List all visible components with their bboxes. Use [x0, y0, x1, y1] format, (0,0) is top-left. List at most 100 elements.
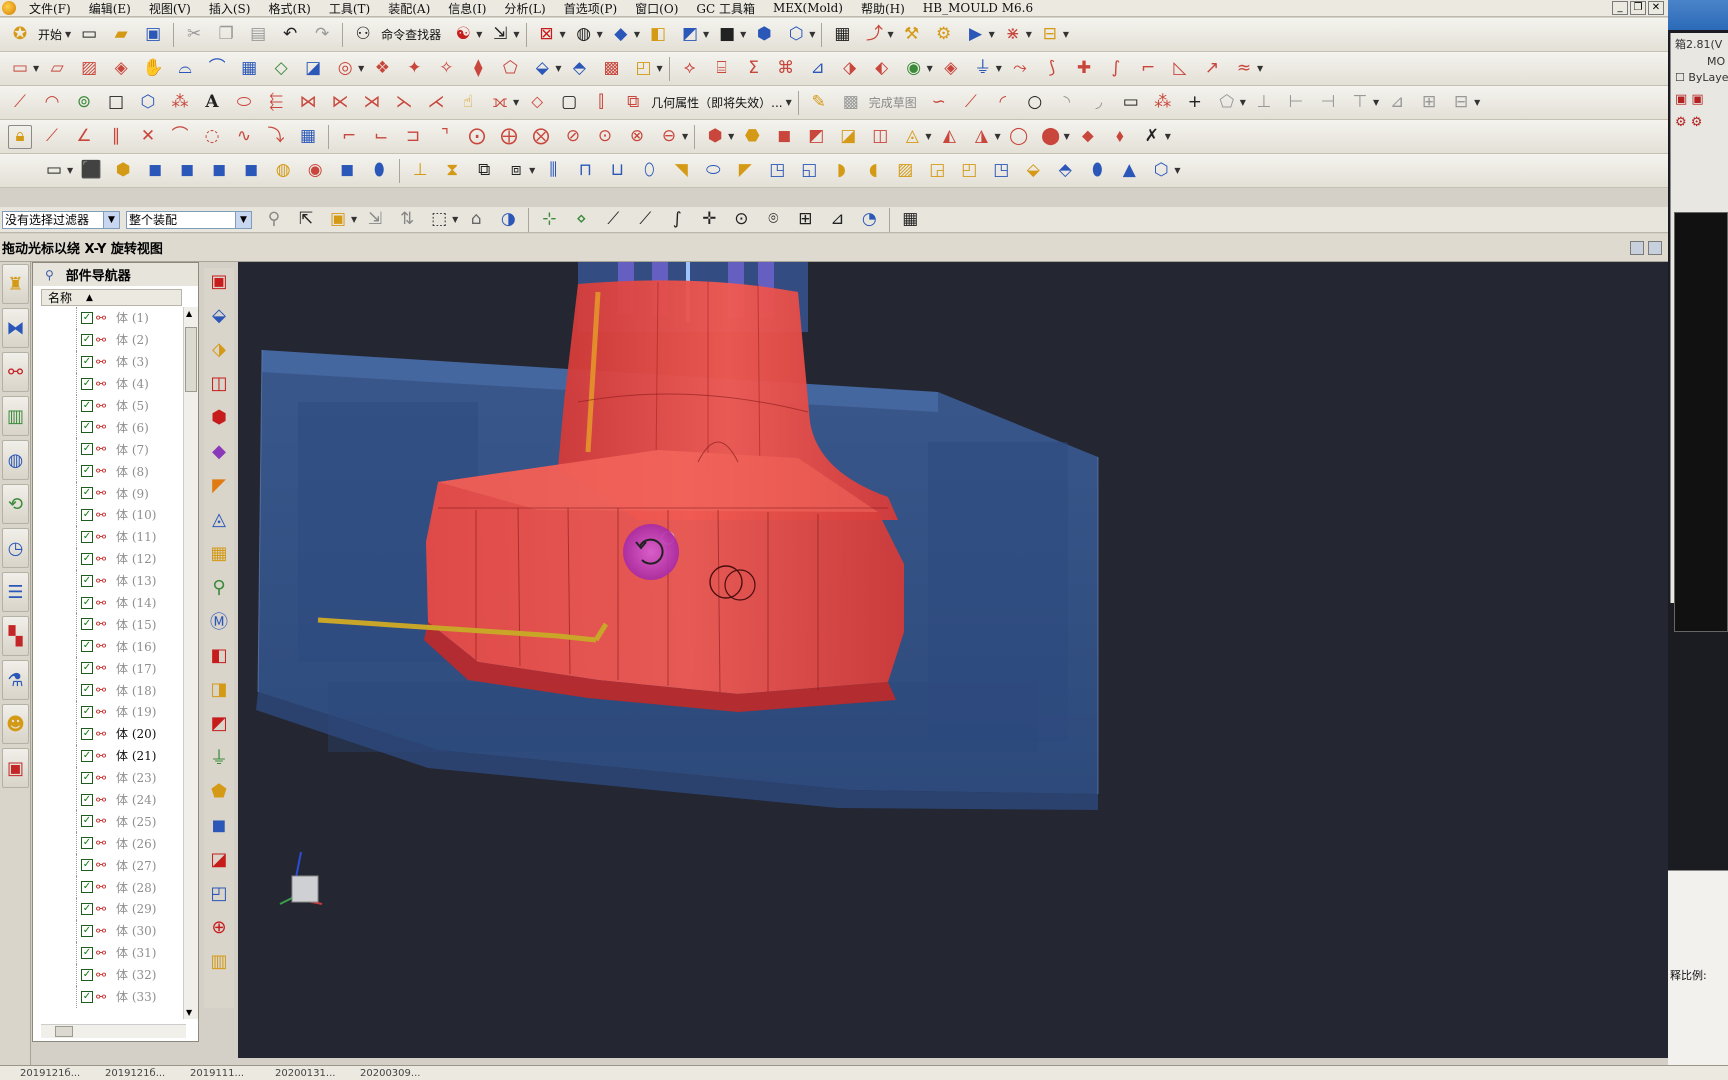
workpiece-icon[interactable]: ◫	[205, 370, 233, 396]
taskbar-item[interactable]: 2019111...	[170, 1068, 255, 1079]
background-icon[interactable]: ■	[715, 23, 739, 47]
start-icon[interactable]: ✪	[8, 23, 32, 47]
chevron-down-icon[interactable]: ▼	[1174, 166, 1180, 175]
table-row[interactable]: ✓ ⚯ 体 (21)	[41, 744, 177, 767]
snap-midpoint-icon[interactable]: ⋄	[569, 208, 593, 232]
menu-window[interactable]: 窗口(O)	[626, 0, 687, 17]
groove-icon[interactable]: ⧉	[472, 159, 496, 183]
visibility-checkbox[interactable]: ✓	[81, 771, 93, 784]
point-set-icon[interactable]: ⁂	[168, 91, 192, 115]
pin-icon[interactable]: ⚲	[45, 268, 54, 282]
taskbar-item[interactable]: 2019121б...	[85, 1068, 170, 1079]
mold-circle-icon[interactable]: ◌	[200, 125, 224, 149]
sketch-rect-icon[interactable]: ▭	[8, 57, 32, 81]
menu-file[interactable]: 文件(F)	[20, 0, 80, 17]
chevron-down-icon[interactable]: ▼	[351, 215, 357, 224]
chevron-down-icon[interactable]: ▼	[1474, 98, 1480, 107]
roles-tab[interactable]: ☻	[2, 704, 29, 744]
line-icon[interactable]: ⟋	[8, 91, 32, 115]
table-row[interactable]: ✓ ⚯ 体 (26)	[41, 832, 177, 855]
finish-sketch-button[interactable]: 完成草图	[869, 94, 917, 111]
mold-circle-f-icon[interactable]: ⊗	[625, 125, 649, 149]
chamfer-feature-icon[interactable]: ◥	[669, 159, 693, 183]
close-button[interactable]: ✕	[1648, 1, 1664, 15]
isoparametric-icon[interactable]: ⋌	[424, 91, 448, 115]
visibility-checkbox[interactable]: ✓	[81, 705, 93, 718]
trim-sheet-icon[interactable]: ✦	[402, 57, 426, 81]
mold-fillet2-icon[interactable]: ⌙	[369, 125, 393, 149]
menu-tools[interactable]: 工具(T)	[320, 0, 379, 17]
visibility-checkbox[interactable]: ✓	[81, 968, 93, 981]
snap-face-icon[interactable]: ◔	[857, 208, 881, 232]
bounded-plane-icon[interactable]: ◎	[333, 57, 357, 81]
visibility-checkbox[interactable]: ✓	[81, 487, 93, 500]
extend-curve-icon[interactable]: ↗	[1200, 57, 1224, 81]
chevron-down-icon[interactable]: ▼	[728, 132, 734, 141]
n-sided-icon[interactable]: ⬠	[498, 57, 522, 81]
bom-icon[interactable]: ⊕	[205, 914, 233, 940]
type-filter-dropdown[interactable]: 没有选择过滤器 ▼	[2, 210, 120, 229]
finish-sketch-icon[interactable]: ▩	[839, 91, 863, 115]
table-row[interactable]: ✓ ⚯ 体 (1)	[41, 307, 177, 329]
mold-grid-icon[interactable]: ▦	[296, 125, 320, 149]
chevron-down-icon[interactable]: ▼	[1373, 98, 1379, 107]
table-row[interactable]: ✓ ⚯ 体 (28)	[41, 876, 177, 899]
measure-icon[interactable]: ⊟	[1038, 23, 1062, 47]
mold-circle-b-icon[interactable]: ⨁	[497, 125, 521, 149]
symmetry-icon[interactable]: ⫿	[589, 91, 613, 115]
geom-props-button[interactable]: 几何属性（即将失效）...	[651, 94, 782, 111]
bridge-curve-icon[interactable]: ∫	[1104, 57, 1128, 81]
untrim-icon[interactable]: ⊿	[806, 57, 830, 81]
electrode-icon[interactable]: ◼	[205, 812, 233, 838]
visibility-checkbox[interactable]: ✓	[81, 902, 93, 915]
thicken-body-icon[interactable]: ◳	[989, 159, 1013, 183]
chevron-down-icon[interactable]: ▼	[989, 30, 995, 39]
snap-grid-icon[interactable]: ▦	[898, 208, 922, 232]
menu-view[interactable]: 视图(V)	[140, 0, 200, 17]
select-feature-icon[interactable]: ▣	[326, 208, 350, 232]
split-body-icon[interactable]: ⏚	[971, 57, 995, 81]
mold-box-c-icon[interactable]: ◼	[772, 125, 796, 149]
mold-box-m-icon[interactable]: ⬧	[1108, 125, 1132, 149]
mold-box-g-icon[interactable]: ◬	[900, 125, 924, 149]
chevron-down-icon[interactable]: ▼	[1064, 132, 1070, 141]
table-row[interactable]: ✓ ⚯ 体 (20)	[41, 722, 177, 745]
core-part-red[interactable]	[424, 280, 904, 712]
polygon-icon[interactable]: ⬡	[136, 91, 160, 115]
table-row[interactable]: ✓ ⚯ 体 (3)	[41, 350, 177, 373]
standard-parts-icon[interactable]: ⚲	[205, 574, 233, 600]
mold-init-icon[interactable]: ▣	[205, 268, 233, 294]
table-row[interactable]: ✓ ⚯ 体 (7)	[41, 438, 177, 461]
visibility-checkbox[interactable]: ✓	[81, 815, 93, 828]
graphics-window[interactable]	[238, 262, 1668, 1058]
lasso-icon[interactable]: ⇅	[395, 208, 419, 232]
visibility-checkbox[interactable]: ✓	[81, 662, 93, 675]
mirror-icon[interactable]: ⊿	[1385, 91, 1409, 115]
menu-hb-mould[interactable]: HB_MOULD M6.6	[914, 1, 1042, 15]
table-row[interactable]: ✓ ⚯ 体 (15)	[41, 613, 177, 636]
mold-box-d-icon[interactable]: ◩	[804, 125, 828, 149]
maximize-pane-icon[interactable]	[1648, 241, 1662, 255]
table-row[interactable]: ✓ ⚯ 体 (6)	[41, 416, 177, 439]
scale-body-icon[interactable]: ◲	[925, 159, 949, 183]
table-row[interactable]: ✓ ⚯ 体 (24)	[41, 788, 177, 811]
table-row[interactable]: ✓ ⚯ 体 (13)	[41, 569, 177, 592]
mold-curve-icon[interactable]: ∿	[232, 125, 256, 149]
cube-wire-icon[interactable]: ▢	[557, 91, 581, 115]
sphere-icon[interactable]: ⬡	[1149, 159, 1173, 183]
ruled-surface-icon[interactable]: ⌓	[173, 57, 197, 81]
mold-fillet-icon[interactable]: ⌐	[337, 125, 361, 149]
menu-assembly[interactable]: 装配(A)	[379, 0, 439, 17]
menu-information[interactable]: 信息(I)	[439, 0, 495, 17]
cooling-icon[interactable]: ⬟	[205, 778, 233, 804]
chevron-down-icon[interactable]: ▼	[513, 98, 519, 107]
patch-body-icon[interactable]: ◰	[957, 159, 981, 183]
layer-face-icon[interactable]: ◈	[939, 57, 963, 81]
pattern-icon[interactable]: ⊟	[1449, 91, 1473, 115]
visibility-checkbox[interactable]: ✓	[81, 574, 93, 587]
table-row[interactable]: ✓ ⚯ 体 (8)	[41, 460, 177, 483]
extrude-icon[interactable]: ⬛	[79, 159, 103, 183]
visibility-checkbox[interactable]: ✓	[81, 377, 93, 390]
mold-parallel-icon[interactable]: ∥	[104, 125, 128, 149]
visibility-checkbox[interactable]: ✓	[81, 355, 93, 368]
